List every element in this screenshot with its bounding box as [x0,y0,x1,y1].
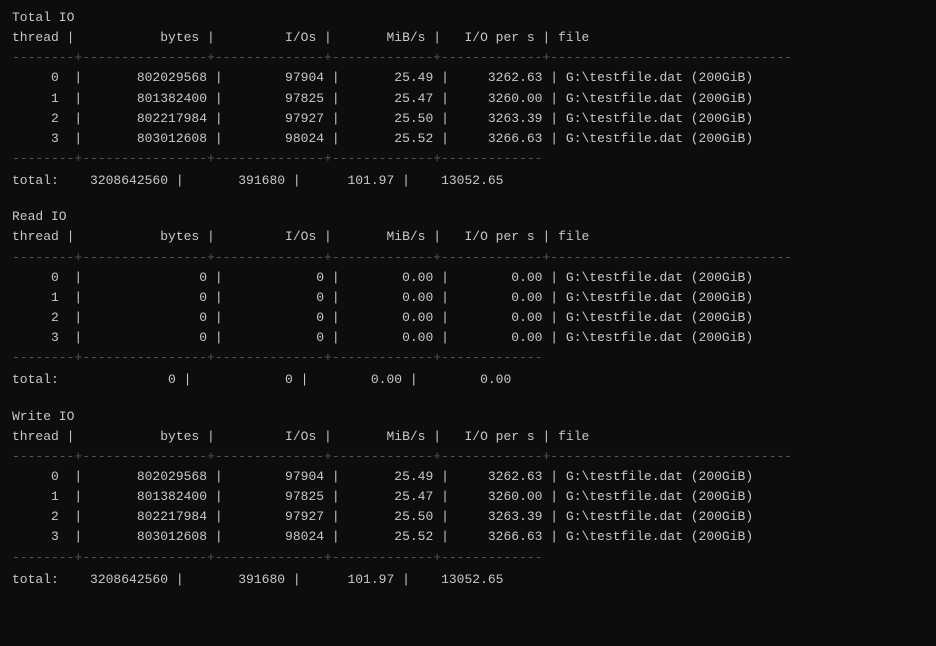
write-io-title: Write IO thread | bytes | I/Os | MiB/s |… [12,407,924,447]
total-io-total-divider: --------+----------------+--------------… [12,149,924,169]
read-io-row-1: 1 | 0 | 0 | 0.00 | 0.00 | G:\testfile.da… [12,288,924,308]
section-write-io: Write IO thread | bytes | I/Os | MiB/s |… [12,407,924,598]
total-io-row-3: 3 | 803012608 | 98024 | 25.52 | 3266.63 … [12,129,924,149]
write-io-total: total: 3208642560 | 391680 | 101.97 | 13… [12,570,924,590]
write-io-divider: --------+----------------+--------------… [12,447,924,467]
total-io-title: Total IO thread | bytes | I/Os | MiB/s |… [12,8,924,48]
total-io-total: total: 3208642560 | 391680 | 101.97 | 13… [12,171,924,191]
total-io-divider: --------+----------------+--------------… [12,48,924,68]
write-io-row-2: 2 | 802217984 | 97927 | 25.50 | 3263.39 … [12,507,924,527]
write-io-row-1: 1 | 801382400 | 97825 | 25.47 | 3260.00 … [12,487,924,507]
total-io-row-2: 2 | 802217984 | 97927 | 25.50 | 3263.39 … [12,109,924,129]
write-io-row-0: 0 | 802029568 | 97904 | 25.49 | 3262.63 … [12,467,924,487]
read-io-total-divider: --------+----------------+--------------… [12,348,924,368]
total-io-row-0: 0 | 802029568 | 97904 | 25.49 | 3262.63 … [12,68,924,88]
read-io-row-3: 3 | 0 | 0 | 0.00 | 0.00 | G:\testfile.da… [12,328,924,348]
read-io-total: total: 0 | 0 | 0.00 | 0.00 [12,370,924,390]
total-io-row-1: 1 | 801382400 | 97825 | 25.47 | 3260.00 … [12,89,924,109]
read-io-divider: --------+----------------+--------------… [12,248,924,268]
section-read-io: Read IO thread | bytes | I/Os | MiB/s | … [12,207,924,398]
write-io-total-divider: --------+----------------+--------------… [12,548,924,568]
section-total-io: Total IO thread | bytes | I/Os | MiB/s |… [12,8,924,199]
read-io-row-0: 0 | 0 | 0 | 0.00 | 0.00 | G:\testfile.da… [12,268,924,288]
io-stats-display: Total IO thread | bytes | I/Os | MiB/s |… [12,8,924,598]
read-io-row-2: 2 | 0 | 0 | 0.00 | 0.00 | G:\testfile.da… [12,308,924,328]
read-io-title: Read IO thread | bytes | I/Os | MiB/s | … [12,207,924,247]
write-io-row-3: 3 | 803012608 | 98024 | 25.52 | 3266.63 … [12,527,924,547]
